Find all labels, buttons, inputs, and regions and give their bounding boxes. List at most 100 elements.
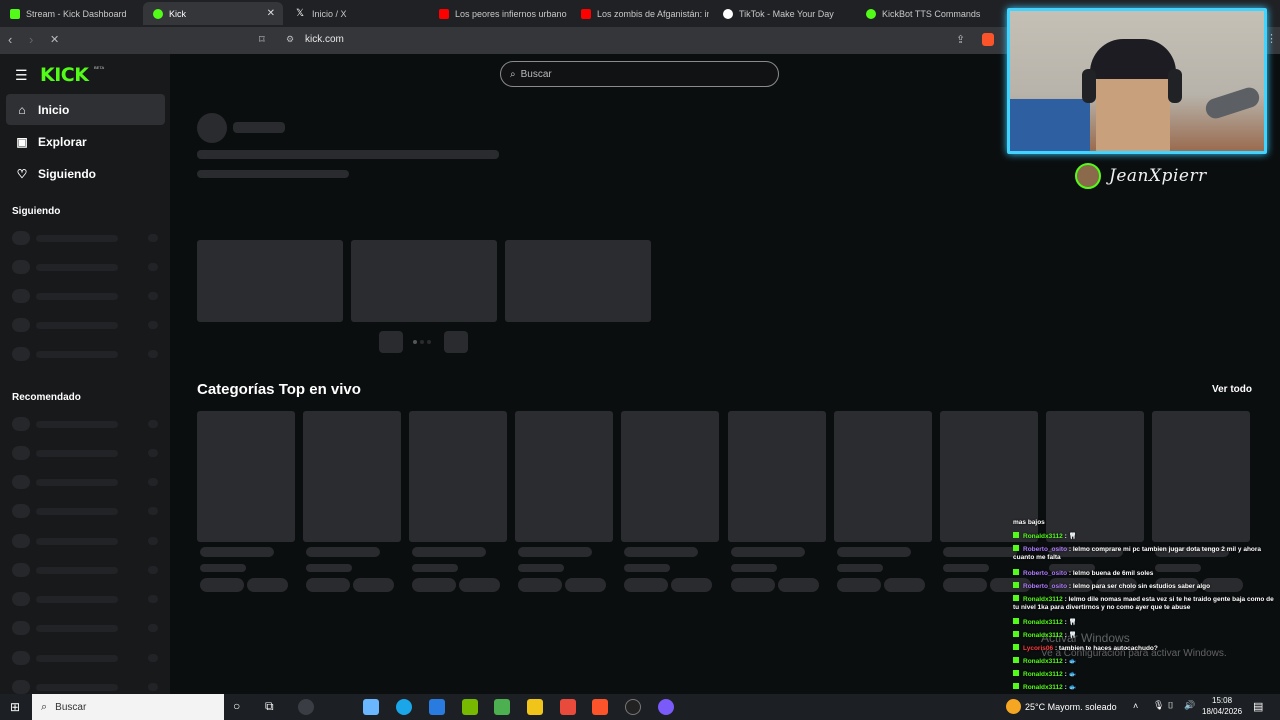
site-info-icon[interactable]: ⚙ bbox=[286, 34, 294, 45]
category-card-skeleton[interactable] bbox=[621, 411, 719, 542]
clock-date[interactable]: 18/04/2026 bbox=[1202, 707, 1242, 716]
category-text-skeleton bbox=[837, 547, 911, 557]
task-view-icon[interactable]: ⧉ bbox=[265, 699, 274, 714]
tab-title: Kick bbox=[169, 8, 187, 19]
carousel-next-button[interactable] bbox=[444, 331, 468, 353]
chat-username: Roberto_osito bbox=[1023, 570, 1068, 577]
share-icon[interactable]: ⇪ bbox=[956, 33, 965, 46]
microphone-icon[interactable]: 🎙 bbox=[1153, 700, 1164, 711]
youtube-icon bbox=[581, 8, 591, 19]
edge-icon[interactable] bbox=[396, 699, 412, 715]
hamburger-menu-icon[interactable]: ☰ bbox=[15, 67, 28, 84]
sidebar-item-explorar[interactable]: ▣ Explorar bbox=[6, 126, 165, 157]
category-card-skeleton[interactable] bbox=[834, 411, 932, 542]
kick-logo[interactable]: KICK bbox=[40, 64, 89, 86]
category-card-skeleton[interactable] bbox=[728, 411, 826, 542]
kick-badge-icon bbox=[1013, 545, 1019, 551]
category-tag-skeleton bbox=[778, 578, 819, 592]
obs-icon[interactable] bbox=[625, 699, 641, 715]
sidebar-item-inicio[interactable]: ⌂ Inicio bbox=[6, 94, 165, 125]
file-explorer-icon[interactable] bbox=[527, 699, 543, 715]
beta-badge: BETA bbox=[94, 65, 105, 70]
kick-badge-icon bbox=[1013, 532, 1019, 538]
tab-youtube-2[interactable]: Los zombis de Afganistán: inclu bbox=[571, 2, 709, 25]
channel-skeleton bbox=[12, 592, 162, 606]
menu-icon[interactable]: ⋮ bbox=[1266, 32, 1277, 45]
category-text-skeleton bbox=[518, 564, 564, 572]
tab-kickbot[interactable]: KickBot TTS Commands bbox=[856, 2, 996, 25]
nvidia-icon[interactable] bbox=[462, 699, 478, 715]
carousel-dot[interactable] bbox=[420, 340, 424, 344]
tab-x[interactable]: 𝕏 Inicio / X bbox=[286, 2, 426, 25]
volume-icon[interactable]: 🔊 bbox=[1184, 700, 1195, 711]
x-logo-icon: 𝕏 bbox=[296, 7, 305, 19]
clock-time[interactable]: 15:08 bbox=[1212, 696, 1232, 705]
category-card-skeleton[interactable] bbox=[197, 411, 295, 542]
network-icon[interactable]: ⌷ bbox=[1168, 700, 1173, 711]
category-text-skeleton bbox=[200, 547, 274, 557]
carousel-card-skeleton[interactable] bbox=[197, 240, 343, 322]
kick-badge-icon bbox=[1013, 657, 1019, 663]
search-input[interactable] bbox=[520, 68, 751, 80]
carousel-dot[interactable] bbox=[427, 340, 431, 344]
url-field[interactable]: kick.com bbox=[305, 34, 344, 45]
carousel-card-skeleton[interactable] bbox=[351, 240, 497, 322]
chat-text: : lelmo para ser cholo sin estudios sabe… bbox=[1068, 583, 1211, 590]
forward-icon[interactable]: › bbox=[29, 32, 33, 47]
tab-youtube-1[interactable]: Los peores infiernos urbanos d bbox=[429, 2, 567, 25]
channel-skeleton bbox=[12, 260, 162, 274]
channel-skeleton bbox=[12, 231, 162, 245]
kick-icon bbox=[10, 8, 20, 19]
channel-skeleton bbox=[12, 417, 162, 431]
bookmark-icon[interactable]: ⌑ bbox=[259, 33, 265, 46]
chat-message: mas bajos bbox=[1013, 519, 1275, 527]
cortana-icon[interactable]: ○ bbox=[233, 699, 240, 713]
tab-kick-dashboard[interactable]: Stream - Kick Dashboard bbox=[0, 2, 140, 25]
sidebar: ☰ KICK BETA ⌂ Inicio ▣ Explorar ♡ Siguie… bbox=[0, 54, 170, 694]
category-tag-skeleton bbox=[943, 578, 987, 592]
chat-message: Lycoris06 : tambien te haces autocachudo… bbox=[1013, 644, 1275, 653]
category-tag-skeleton bbox=[200, 578, 244, 592]
featured-meta-skeleton bbox=[197, 170, 349, 178]
channel-skeleton bbox=[12, 446, 162, 460]
search-box[interactable]: ⌕ bbox=[500, 61, 779, 87]
speedtest-icon[interactable] bbox=[298, 699, 314, 715]
category-card-skeleton[interactable] bbox=[515, 411, 613, 542]
category-card-skeleton[interactable] bbox=[303, 411, 401, 542]
sidebar-item-siguiendo[interactable]: ♡ Siguiendo bbox=[6, 158, 165, 189]
minecraft-icon[interactable] bbox=[494, 699, 510, 715]
carousel-prev-button[interactable] bbox=[379, 331, 403, 353]
stop-loading-icon[interactable]: ✕ bbox=[50, 33, 59, 46]
notifications-icon[interactable]: ▤ bbox=[1253, 700, 1263, 713]
featured-title-skeleton bbox=[197, 150, 499, 159]
windows-start-icon[interactable]: ⊞ bbox=[10, 700, 20, 714]
tab-tiktok[interactable]: TikTok - Make Your Day bbox=[713, 2, 853, 25]
weather-text[interactable]: 25°C Mayorm. soleado bbox=[1025, 702, 1117, 712]
tab-title: Stream - Kick Dashboard bbox=[26, 8, 127, 19]
tab-title: Los zombis de Afganistán: inclu bbox=[597, 8, 709, 19]
chat-message: Ronaldx3112 : 🐟 bbox=[1013, 657, 1275, 666]
category-text-skeleton bbox=[518, 547, 592, 557]
microphone bbox=[1203, 84, 1262, 122]
carousel-card-skeleton[interactable] bbox=[505, 240, 651, 322]
category-text-skeleton bbox=[412, 564, 458, 572]
category-card-skeleton[interactable] bbox=[409, 411, 507, 542]
carousel-dot[interactable] bbox=[413, 340, 417, 344]
mail-icon[interactable] bbox=[429, 699, 445, 715]
chat-text: mas bajos bbox=[1013, 519, 1045, 526]
following-heading: Siguiendo bbox=[12, 206, 61, 217]
app-icon[interactable] bbox=[560, 699, 576, 715]
discord-icon[interactable] bbox=[658, 699, 674, 715]
category-text-skeleton bbox=[306, 547, 380, 557]
see-all-link[interactable]: Ver todo bbox=[1212, 384, 1252, 395]
store-icon[interactable] bbox=[363, 699, 379, 715]
back-icon[interactable]: ‹ bbox=[8, 32, 12, 47]
brave-shield-icon[interactable] bbox=[982, 33, 994, 46]
brave-icon[interactable] bbox=[592, 699, 608, 715]
close-icon[interactable]: ✕ bbox=[267, 8, 275, 19]
category-tag-skeleton bbox=[247, 578, 288, 592]
tab-kick[interactable]: Kick ✕ bbox=[143, 2, 283, 25]
taskbar-search[interactable]: ⌕ Buscar bbox=[32, 694, 224, 720]
category-tag-skeleton bbox=[353, 578, 394, 592]
tray-chevron-icon[interactable]: ˄ bbox=[1133, 701, 1138, 711]
